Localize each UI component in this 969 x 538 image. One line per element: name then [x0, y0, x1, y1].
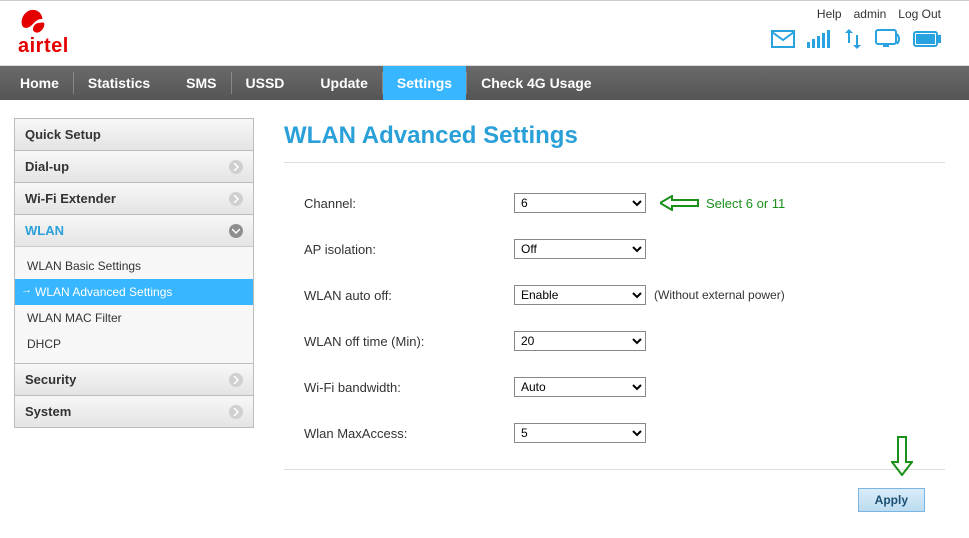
main-panel: WLAN Advanced Settings Channel: 6 Select…	[284, 118, 955, 512]
sidebar-wlan-dhcp[interactable]: DHCP	[15, 331, 253, 357]
label-wlan-maxaccess: Wlan MaxAccess:	[304, 426, 514, 441]
sidebar-quick-setup[interactable]: Quick Setup	[15, 119, 253, 150]
sidebar-wlan[interactable]: WLAN	[15, 215, 253, 246]
label-wlan-off-time: WLAN off time (Min):	[304, 334, 514, 349]
select-wlan-off-time[interactable]: 20	[514, 331, 646, 351]
sidebar-dialup[interactable]: Dial-up	[15, 151, 253, 182]
label-wlan-auto-off: WLAN auto off:	[304, 288, 514, 303]
nav-update[interactable]: Update	[306, 66, 381, 100]
row-wlan-auto-off: WLAN auto off: Enable (Without external …	[284, 285, 945, 305]
row-wifi-bandwidth: Wi-Fi bandwidth: Auto	[284, 377, 945, 397]
sidebar-wifi-extender-label: Wi-Fi Extender	[25, 191, 116, 206]
sidebar-quick-setup-label: Quick Setup	[25, 127, 101, 142]
data-transfer-icon	[843, 29, 863, 49]
sidebar-system-label: System	[25, 404, 71, 419]
brand-logo: airtel	[18, 5, 69, 58]
header-links: Help admin Log Out	[817, 5, 941, 29]
select-wlan-auto-off[interactable]: Enable	[514, 285, 646, 305]
sidebar-system[interactable]: System	[15, 396, 253, 427]
main-nav: Home Statistics SMS USSD Update Settings…	[0, 66, 969, 100]
top-bar: airtel Help admin Log Out	[0, 0, 969, 66]
logout-link[interactable]: Log Out	[898, 7, 941, 21]
row-wlan-off-time: WLAN off time (Min): 20	[284, 331, 945, 351]
status-icon-row	[771, 29, 941, 49]
sidebar-security[interactable]: Security	[15, 364, 253, 395]
chevron-down-icon	[229, 224, 243, 238]
label-wifi-bandwidth: Wi-Fi bandwidth:	[304, 380, 514, 395]
chevron-right-icon	[229, 192, 243, 206]
arrow-left-icon	[660, 195, 700, 211]
row-channel: Channel: 6 Select 6 or 11	[284, 193, 945, 213]
annotation-apply-arrow	[891, 436, 913, 479]
select-ap-isolation[interactable]: Off	[514, 239, 646, 259]
label-channel: Channel:	[304, 196, 514, 211]
chevron-right-icon	[229, 373, 243, 387]
sidebar-dialup-label: Dial-up	[25, 159, 69, 174]
sidebar-wifi-extender[interactable]: Wi-Fi Extender	[15, 183, 253, 214]
row-wlan-maxaccess: Wlan MaxAccess: 5	[284, 423, 945, 443]
page-title: WLAN Advanced Settings	[284, 118, 945, 163]
admin-link[interactable]: admin	[854, 7, 887, 21]
nav-ussd[interactable]: USSD	[232, 66, 299, 100]
battery-icon	[913, 31, 941, 47]
sidebar-wlan-advanced[interactable]: WLAN Advanced Settings	[15, 279, 253, 305]
apply-button[interactable]: Apply	[858, 488, 925, 512]
apply-row: Apply	[284, 469, 945, 512]
nav-sms[interactable]: SMS	[172, 66, 230, 100]
signal-icon	[807, 30, 831, 48]
sidebar-wlan-label: WLAN	[25, 223, 64, 238]
annotation-channel: Select 6 or 11	[660, 195, 785, 211]
trail-wlan-auto-off: (Without external power)	[654, 288, 785, 302]
airtel-swirl-icon	[18, 7, 48, 37]
sidebar-wlan-basic[interactable]: WLAN Basic Settings	[15, 253, 253, 279]
sidebar-security-label: Security	[25, 372, 76, 387]
help-link[interactable]: Help	[817, 7, 842, 21]
sidebar-wlan-submenu: WLAN Basic Settings WLAN Advanced Settin…	[15, 246, 253, 363]
mail-icon[interactable]	[771, 30, 795, 48]
nav-home[interactable]: Home	[6, 66, 73, 100]
label-ap-isolation: AP isolation:	[304, 242, 514, 257]
chevron-right-icon	[229, 160, 243, 174]
brand-name: airtel	[18, 35, 69, 58]
chevron-right-icon	[229, 405, 243, 419]
row-ap-isolation: AP isolation: Off	[284, 239, 945, 259]
nav-statistics[interactable]: Statistics	[74, 66, 164, 100]
monitor-icon	[875, 29, 901, 49]
arrow-down-icon	[891, 436, 913, 476]
select-channel[interactable]: 6	[514, 193, 646, 213]
nav-settings[interactable]: Settings	[383, 66, 466, 100]
nav-check-4g[interactable]: Check 4G Usage	[467, 66, 606, 100]
select-wlan-maxaccess[interactable]: 5	[514, 423, 646, 443]
annotation-channel-text: Select 6 or 11	[706, 196, 785, 211]
select-wifi-bandwidth[interactable]: Auto	[514, 377, 646, 397]
settings-sidebar: Quick Setup Dial-up Wi-Fi Extender WLAN …	[14, 118, 254, 512]
sidebar-wlan-mac[interactable]: WLAN MAC Filter	[15, 305, 253, 331]
